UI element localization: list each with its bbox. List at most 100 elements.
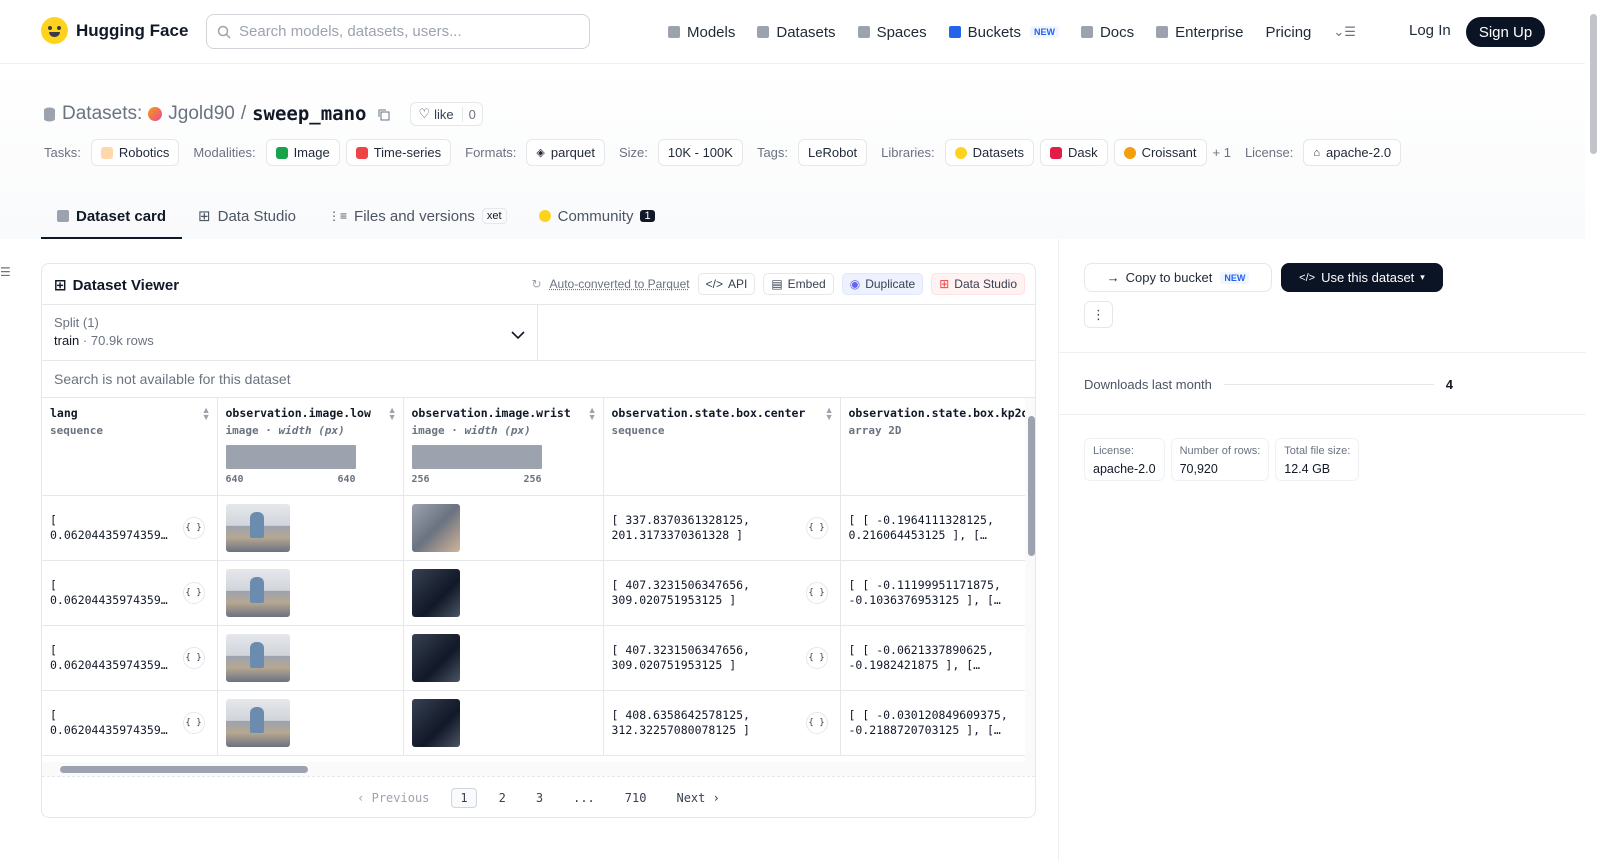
page-scrollbar[interactable] bbox=[1588, 0, 1600, 861]
tag-parquet[interactable]: ◈ parquet bbox=[526, 139, 605, 166]
tag-dask[interactable]: Dask bbox=[1039, 139, 1108, 166]
tab-community[interactable]: Community 1 bbox=[523, 195, 671, 239]
sidebar-toggle-icon[interactable]: ☰ bbox=[0, 265, 11, 279]
cell-lang[interactable]: [ 0.06204435974359…{ } bbox=[42, 625, 218, 691]
table-row[interactable]: [ 0.06204435974359…{ } [ 408.63586425781… bbox=[42, 690, 1025, 756]
datasets-prefix[interactable]: Datasets: bbox=[62, 103, 142, 125]
api-button[interactable]: </> API bbox=[697, 273, 756, 295]
column-header-box-kp2d[interactable]: observation.state.box.kp2d array 2D bbox=[840, 398, 1025, 496]
tag-robotics[interactable]: Robotics bbox=[90, 139, 180, 166]
tag-croissant[interactable]: Croissant bbox=[1113, 139, 1207, 166]
image-thumbnail[interactable] bbox=[225, 568, 290, 617]
auto-converted-link[interactable]: Auto-converted to Parquet bbox=[550, 277, 690, 291]
histogram-bar[interactable] bbox=[411, 445, 542, 469]
column-header-image-wrist[interactable]: observation.image.wrist image · width (p… bbox=[403, 398, 604, 496]
expand-json-icon[interactable]: { } bbox=[805, 711, 828, 734]
tag-datasets[interactable]: Datasets bbox=[944, 139, 1034, 166]
signup-button[interactable]: Sign Up bbox=[1466, 17, 1545, 47]
histogram-bar[interactable] bbox=[225, 445, 356, 469]
table-row[interactable]: [ 0.06204435974359…{ } [ 407.32315063476… bbox=[42, 625, 1025, 691]
tag-image[interactable]: Image bbox=[265, 139, 340, 166]
tag-license[interactable]: ⌂ apache-2.0 bbox=[1303, 139, 1402, 166]
table-horizontal-scrollbar[interactable] bbox=[42, 762, 1035, 776]
sort-icon[interactable]: ▲ ▼ bbox=[588, 406, 597, 422]
copy-icon[interactable] bbox=[377, 108, 390, 121]
copy-to-bucket-button[interactable]: → Copy to bucket NEW bbox=[1084, 263, 1272, 292]
cell-image-wrist[interactable] bbox=[403, 495, 604, 561]
sort-icon[interactable]: ▲ ▼ bbox=[825, 406, 834, 422]
cell-box-kp2d[interactable]: [ [ -0.030120849609375, -0.2188720703125… bbox=[840, 690, 1025, 756]
expand-json-icon[interactable]: { } bbox=[805, 646, 828, 669]
expand-json-icon[interactable]: { } bbox=[182, 646, 205, 669]
use-this-dataset-button[interactable]: </> Use this dataset ▾ bbox=[1281, 263, 1443, 292]
image-thumbnail[interactable] bbox=[225, 698, 290, 747]
more-libraries[interactable]: + 1 bbox=[1213, 145, 1231, 160]
nav-models[interactable]: Models bbox=[668, 20, 735, 44]
tag-size[interactable]: 10K - 100K bbox=[657, 139, 743, 166]
tag-timeseries[interactable]: Time-series bbox=[345, 139, 452, 166]
expand-json-icon[interactable]: { } bbox=[182, 711, 205, 734]
tab-data-studio[interactable]: ⊞ Data Studio bbox=[182, 195, 312, 239]
data-studio-button[interactable]: ⊞ Data Studio bbox=[931, 273, 1025, 295]
cell-box-center[interactable]: [ 407.3231506347656, 309.020751953125 ] {… bbox=[603, 625, 841, 691]
cell-lang[interactable]: [ 0.06204435974359…{ } bbox=[42, 495, 218, 561]
nav-enterprise[interactable]: Enterprise bbox=[1156, 20, 1244, 44]
image-thumbnail[interactable] bbox=[225, 633, 290, 682]
cell-lang[interactable]: [ 0.06204435974359…{ } bbox=[42, 560, 218, 626]
cell-image-low[interactable] bbox=[217, 625, 404, 691]
cell-box-center[interactable]: [ 407.3231506347656, 309.020751953125 ] {… bbox=[603, 560, 841, 626]
scrollbar-thumb[interactable] bbox=[1590, 14, 1597, 154]
sort-icon[interactable]: ▲ ▼ bbox=[388, 406, 397, 422]
page-1-button[interactable]: 1 bbox=[451, 787, 477, 808]
scrollbar-thumb[interactable] bbox=[1028, 416, 1035, 556]
page-last-button[interactable]: 710 bbox=[617, 789, 655, 807]
previous-page-button[interactable]: ‹ Previous bbox=[349, 789, 437, 807]
nav-pricing[interactable]: Pricing bbox=[1266, 20, 1312, 44]
column-header-box-center[interactable]: observation.state.box.center sequence ▲ ▼ bbox=[603, 398, 841, 496]
cell-box-center[interactable]: [ 408.6358642578125, 312.32257080078125 … bbox=[603, 690, 841, 756]
tab-files[interactable]: ⋮≡ Files and versions xet bbox=[312, 195, 523, 239]
login-link[interactable]: Log In bbox=[1409, 22, 1451, 39]
image-thumbnail[interactable] bbox=[411, 503, 460, 552]
table-row[interactable]: [ 0.06204435974359…{ } [ 337.83703613281… bbox=[42, 495, 1025, 561]
cell-box-kp2d[interactable]: [ [ -0.0621337890625, -0.1982421875 ], [… bbox=[840, 625, 1025, 691]
nav-buckets[interactable]: Buckets NEW bbox=[948, 20, 1059, 44]
nav-datasets[interactable]: Datasets bbox=[757, 20, 836, 44]
scrollbar-thumb[interactable] bbox=[60, 766, 308, 773]
cell-image-wrist[interactable] bbox=[403, 560, 604, 626]
repo-name[interactable]: sweep_mano bbox=[252, 103, 366, 125]
repo-owner[interactable]: Jgold90 bbox=[168, 103, 235, 125]
embed-button[interactable]: ▤ Embed bbox=[763, 273, 834, 295]
cell-image-low[interactable] bbox=[217, 495, 404, 561]
table-row[interactable]: [ 0.06204435974359…{ } [ 407.32315063476… bbox=[42, 560, 1025, 626]
cell-image-low[interactable] bbox=[217, 560, 404, 626]
expand-json-icon[interactable]: { } bbox=[805, 516, 828, 539]
expand-json-icon[interactable]: { } bbox=[182, 516, 205, 539]
cell-image-wrist[interactable] bbox=[403, 625, 604, 691]
split-selector[interactable]: Split (1) train · 70.9k rows bbox=[42, 305, 538, 361]
more-menu-icon[interactable]: ⌄☰ bbox=[1333, 20, 1356, 44]
image-thumbnail[interactable] bbox=[225, 503, 290, 552]
tab-dataset-card[interactable]: Dataset card bbox=[41, 195, 183, 239]
cell-box-center[interactable]: [ 337.8370361328125, 201.3173370361328 ]… bbox=[603, 495, 841, 561]
cell-image-wrist[interactable] bbox=[403, 690, 604, 756]
cell-box-kp2d[interactable]: [ [ -0.11199951171875, -0.1036376953125 … bbox=[840, 560, 1025, 626]
cell-box-kp2d[interactable]: [ [ -0.1964111328125, 0.216064453125 ], … bbox=[840, 495, 1025, 561]
column-header-lang[interactable]: lang sequence ▲ ▼ bbox=[42, 398, 218, 496]
cell-image-low[interactable] bbox=[217, 690, 404, 756]
page-2-button[interactable]: 2 bbox=[491, 789, 514, 807]
nav-spaces[interactable]: Spaces bbox=[857, 20, 927, 44]
table-vertical-scrollbar[interactable] bbox=[1025, 398, 1035, 762]
next-page-button[interactable]: Next › bbox=[668, 789, 727, 807]
cell-lang[interactable]: [ 0.06204435974359…{ } bbox=[42, 690, 218, 756]
more-options-icon[interactable]: ⋮ bbox=[1084, 301, 1113, 328]
image-thumbnail[interactable] bbox=[411, 633, 460, 682]
data-table-container[interactable]: lang sequence ▲ ▼ observation.image.low i… bbox=[42, 398, 1025, 762]
nav-docs[interactable]: Docs bbox=[1080, 20, 1134, 44]
image-thumbnail[interactable] bbox=[411, 568, 460, 617]
expand-json-icon[interactable]: { } bbox=[182, 581, 205, 604]
expand-json-icon[interactable]: { } bbox=[805, 581, 828, 604]
image-thumbnail[interactable] bbox=[411, 698, 460, 747]
global-search[interactable] bbox=[206, 14, 590, 49]
like-button[interactable]: ♡ like 0 bbox=[409, 102, 483, 126]
